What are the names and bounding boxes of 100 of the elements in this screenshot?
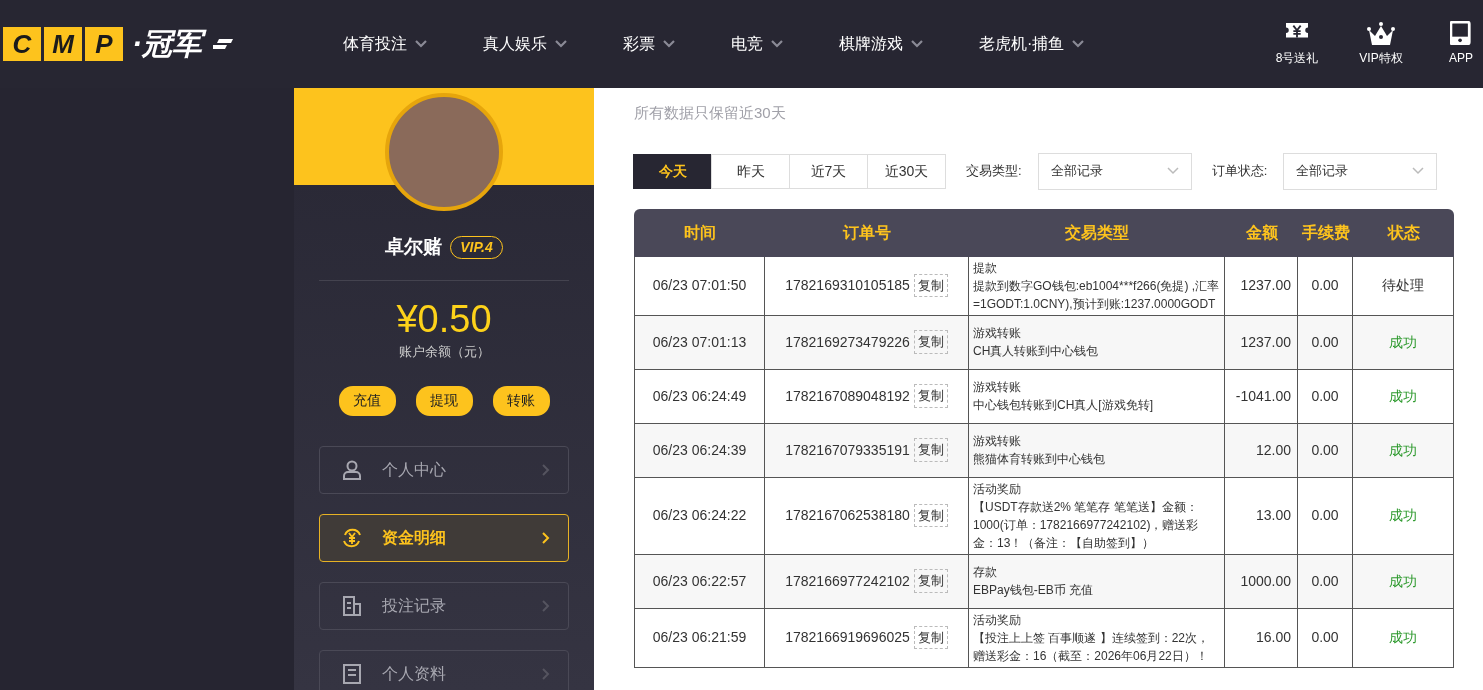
status-text: 成功 bbox=[1389, 507, 1417, 523]
wallet-button[interactable]: 充值 bbox=[338, 385, 396, 416]
nav-menu-item[interactable]: 老虎机·捕鱼 bbox=[979, 32, 1085, 56]
order-number: 1782169310105185 bbox=[785, 276, 910, 295]
chevron-right-icon bbox=[542, 667, 550, 680]
sidebar-menu-item[interactable]: 个人中心 bbox=[319, 445, 569, 494]
table-cell: 1237.00 bbox=[1225, 315, 1298, 370]
date-range-tab[interactable]: 近7天 bbox=[789, 153, 868, 189]
status-text: 待处理 bbox=[1382, 277, 1424, 293]
sidebar-menu-item[interactable]: 资金明细 bbox=[319, 513, 569, 562]
chevron-down-icon bbox=[663, 40, 675, 48]
user-icon bbox=[342, 459, 362, 480]
menu-label: 个人资料 bbox=[382, 663, 446, 684]
table-cell: 06/23 06:21:59 bbox=[634, 608, 765, 668]
table-cell: 13.00 bbox=[1225, 477, 1298, 555]
yuan-coin-icon bbox=[342, 527, 362, 548]
chevron-down-icon bbox=[555, 40, 567, 48]
column-header: 时间 bbox=[634, 208, 765, 257]
nav-label: 电竞 bbox=[731, 34, 763, 54]
select-field[interactable]: 全部记录 bbox=[1283, 152, 1438, 190]
chevron-down-icon bbox=[415, 40, 427, 48]
table-cell: 06/23 06:24:22 bbox=[634, 477, 765, 555]
crown-icon bbox=[1367, 21, 1395, 45]
column-header: 金额 bbox=[1225, 208, 1298, 257]
filter-label: 订单状态: bbox=[1211, 162, 1268, 181]
date-range-tab[interactable]: 昨天 bbox=[711, 153, 790, 189]
status-text: 成功 bbox=[1389, 441, 1417, 458]
date-range-tab[interactable]: 今天 bbox=[633, 153, 712, 189]
transaction-detail: CH真人转账到中心钱包 bbox=[973, 343, 1100, 360]
sidebar-menu-item[interactable]: 个人资料 bbox=[319, 649, 569, 690]
table-cell: 06/23 06:22:57 bbox=[634, 554, 765, 609]
transaction-type: 游戏转账 bbox=[973, 325, 1022, 342]
nav-label: 体育投注 bbox=[343, 34, 407, 54]
nav-label: 老虎机·捕鱼 bbox=[979, 34, 1065, 54]
status-text: 成功 bbox=[1389, 387, 1417, 404]
table-cell: 06/23 07:01:13 bbox=[634, 315, 765, 370]
nav-menu-item[interactable]: 体育投注 bbox=[343, 32, 427, 56]
table-cell: 1000.00 bbox=[1225, 554, 1298, 609]
status-text: 成功 bbox=[1389, 333, 1417, 350]
logo-letter: P bbox=[85, 27, 123, 61]
copy-button[interactable]: 复制 bbox=[913, 569, 948, 593]
table-cell: 0.00 bbox=[1298, 423, 1353, 478]
balance-amount: ¥0.50 bbox=[396, 296, 492, 342]
chevron-down-icon bbox=[1412, 167, 1425, 175]
transaction-type: 游戏转账 bbox=[973, 379, 1022, 396]
chevron-right-icon bbox=[542, 463, 550, 476]
table-cell: 06/23 06:24:49 bbox=[634, 369, 765, 424]
chevron-down-icon bbox=[1166, 167, 1179, 175]
nav-label: 彩票 bbox=[623, 34, 655, 54]
wallet-button[interactable]: 提现 bbox=[415, 385, 473, 416]
column-header: 状态 bbox=[1353, 208, 1454, 257]
nav-menu-item[interactable]: 真人娱乐 bbox=[483, 32, 567, 56]
order-number: 1782167062538180 bbox=[785, 506, 910, 525]
copy-button[interactable]: 复制 bbox=[913, 503, 948, 528]
nav-label: 真人娱乐 bbox=[483, 34, 547, 54]
column-header: 交易类型 bbox=[969, 208, 1225, 257]
menu-label: 资金明细 bbox=[382, 527, 446, 548]
transaction-detail: 熊猫体育转账到中心钱包 bbox=[973, 451, 1106, 468]
copy-button[interactable]: 复制 bbox=[913, 273, 948, 298]
select-field[interactable]: 全部记录 bbox=[1037, 152, 1192, 190]
nav-menu-item[interactable]: 电竞 bbox=[731, 32, 783, 56]
nav-menu-item[interactable]: 彩票 bbox=[623, 32, 675, 56]
header-action-link[interactable]: VIP特权 bbox=[1341, 21, 1421, 67]
logo-letter: C bbox=[3, 27, 41, 61]
table-cell: 0.00 bbox=[1298, 554, 1353, 609]
transaction-detail: 【USDT存款送2% 笔笔存 笔笔送】金额：1000(订单：1782166977242102)，赠送彩金：13！（备注：【自助签到】） bbox=[973, 498, 1200, 552]
column-header: 订单号 bbox=[765, 208, 969, 257]
copy-button[interactable]: 复制 bbox=[913, 625, 948, 650]
username: 卓尔赌 bbox=[385, 235, 443, 259]
table-cell: 0.00 bbox=[1298, 369, 1353, 424]
status-text: 成功 bbox=[1389, 572, 1417, 589]
menu-label: 投注记录 bbox=[382, 595, 446, 616]
transaction-type: 提款 bbox=[973, 259, 998, 277]
nav-label: 棋牌游戏 bbox=[839, 34, 903, 54]
balance-label: 账户余额（元） bbox=[398, 343, 490, 362]
table-cell: 0.00 bbox=[1298, 608, 1353, 668]
transaction-detail: EBPay钱包-EB币 充值 bbox=[973, 582, 1095, 599]
chevron-down-icon bbox=[771, 40, 783, 48]
copy-button[interactable]: 复制 bbox=[913, 438, 948, 462]
date-range-tab[interactable]: 近30天 bbox=[867, 153, 946, 189]
filter-label: 交易类型: bbox=[966, 162, 1022, 181]
transaction-detail: 【投注上上签 百事顺遂 】连续签到：22次，赠送彩金：16（截至：2026年06月22日）！ bbox=[973, 629, 1210, 665]
menu-label: 个人中心 bbox=[382, 459, 446, 480]
transaction-detail: 中心钱包转账到CH真人[游戏免转] bbox=[973, 397, 1154, 414]
table-cell: 06/23 07:01:50 bbox=[634, 256, 765, 316]
document-icon bbox=[342, 595, 362, 616]
header-action-link[interactable]: 8号送礼 bbox=[1267, 21, 1327, 67]
order-number: 1782166919696025 bbox=[785, 628, 910, 647]
chevron-right-icon bbox=[542, 531, 550, 544]
transaction-detail: 提款到数字GO钱包:eb1004***f266(免提) ,汇率=1GODT:1.0CNY),预计到账:1237.0000GODT bbox=[973, 277, 1220, 313]
table-cell: 0.00 bbox=[1298, 256, 1353, 316]
copy-button[interactable]: 复制 bbox=[913, 330, 948, 354]
sidebar-menu-item[interactable]: 投注记录 bbox=[319, 581, 569, 630]
chevron-right-icon bbox=[542, 599, 550, 612]
copy-button[interactable]: 复制 bbox=[913, 384, 948, 408]
header-action-link[interactable]: APP bbox=[1421, 21, 1483, 67]
table-cell: -1041.00 bbox=[1225, 369, 1298, 424]
table-cell: 1237.00 bbox=[1225, 256, 1298, 316]
nav-menu-item[interactable]: 棋牌游戏 bbox=[839, 32, 923, 56]
wallet-button[interactable]: 转账 bbox=[492, 385, 550, 416]
